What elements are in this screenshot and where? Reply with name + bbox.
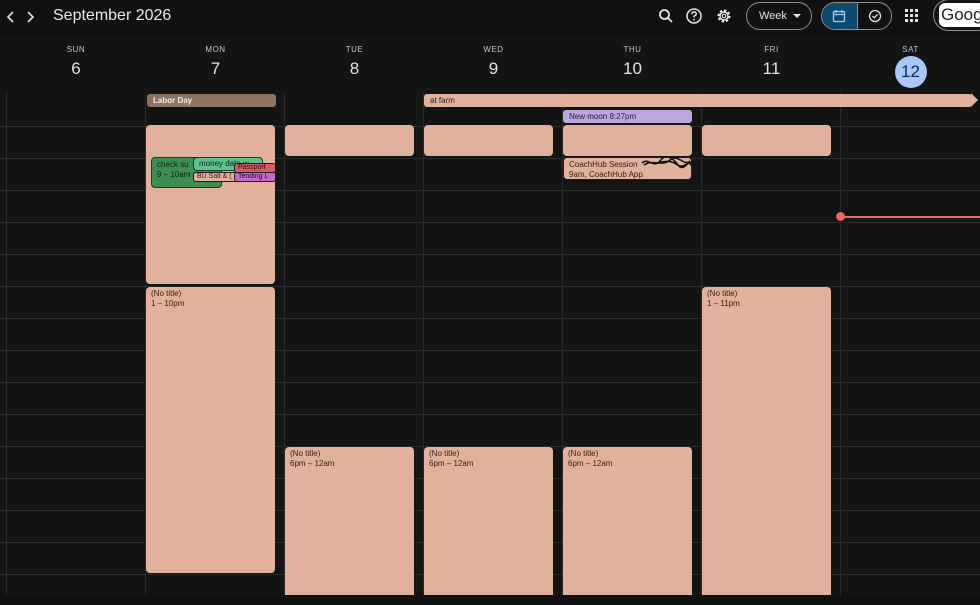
continues-arrow-icon <box>971 93 978 107</box>
grid-line <box>840 92 841 595</box>
event-time: 9am, CoachHub App <box>569 170 643 179</box>
fri-morning-event[interactable] <box>702 125 831 156</box>
settings-button[interactable] <box>715 7 733 25</box>
today-date-badge[interactable]: 12 <box>894 56 927 88</box>
tue-morning-event[interactable] <box>285 125 414 156</box>
event-time: 6pm – 12am <box>568 459 613 468</box>
day-header-tue[interactable]: TUE 8 <box>285 36 424 92</box>
day-name: FRI <box>764 45 779 54</box>
view-label: Week <box>759 10 787 22</box>
day-name: SUN <box>66 45 86 54</box>
day-header-fri[interactable]: FRI 11 <box>702 36 841 92</box>
caret-down-icon <box>793 14 801 18</box>
day-header-wed[interactable]: WED 9 <box>424 36 563 92</box>
search-button[interactable] <box>657 7 675 25</box>
help-icon <box>686 8 702 24</box>
apps-grid-icon[interactable] <box>905 9 919 23</box>
event-time: 1 – 11pm <box>707 299 740 308</box>
current-time-dot <box>836 212 845 221</box>
account-button[interactable]: Goog <box>933 0 980 31</box>
day-header-sat-today[interactable]: SAT 12 <box>841 36 980 92</box>
labor-day-event[interactable]: Labor Day <box>147 94 276 107</box>
current-time-line <box>840 216 980 218</box>
day-header-mon[interactable]: MON 7 <box>146 36 285 92</box>
event-title: (No title) <box>290 449 321 458</box>
chevron-right-icon <box>27 11 35 23</box>
event-time: 1 – 10pm <box>151 299 185 308</box>
event-title: (No title) <box>568 449 599 458</box>
month-title: September 2026 <box>53 7 172 24</box>
event-title: (No title) <box>429 449 460 458</box>
mon-no-title-event[interactable]: (No title) 1 – 10pm <box>146 287 275 573</box>
google-logo-text: Goog <box>939 3 980 27</box>
search-icon <box>659 9 673 23</box>
view-switcher[interactable]: Week <box>746 2 812 30</box>
day-header-sun[interactable]: SUN 6 <box>6 36 146 92</box>
tue-no-title-event[interactable]: (No title) 6pm – 12am <box>285 447 414 595</box>
calendar-icon <box>832 10 846 23</box>
event-time: 6pm – 12am <box>290 459 335 468</box>
day-number[interactable]: 6 <box>6 60 146 78</box>
at-farm-event[interactable]: at farm <box>424 94 972 107</box>
fri-no-title-event[interactable]: (No title) 1 – 11pm <box>702 287 831 595</box>
day-name: SAT <box>902 45 919 54</box>
calendar-tasks-toggle <box>821 2 892 30</box>
bottom-scroll-edge <box>0 595 980 605</box>
calendar-view-button[interactable] <box>822 3 857 29</box>
tasks-view-button[interactable] <box>857 3 891 29</box>
day-name: WED <box>483 45 504 54</box>
day-number[interactable]: 9 <box>424 60 563 78</box>
help-button[interactable] <box>685 7 703 25</box>
mon-morning-event[interactable] <box>146 125 275 284</box>
new-moon-event[interactable]: New moon 8:27pm <box>563 110 692 123</box>
day-number[interactable]: 8 <box>285 60 424 78</box>
day-name: TUE <box>345 45 364 54</box>
grid-line <box>6 92 7 595</box>
tending-event[interactable]: Tending L <box>234 172 276 182</box>
event-title: (No title) <box>707 289 738 298</box>
day-number[interactable]: 7 <box>146 60 285 78</box>
day-number[interactable]: 11 <box>702 60 841 78</box>
check-circle-icon <box>868 9 882 23</box>
next-week-button[interactable] <box>19 6 41 28</box>
event-title: (No title) <box>151 289 182 298</box>
day-name: THU <box>623 45 642 54</box>
day-number[interactable]: 10 <box>563 60 702 78</box>
thu-morning-event[interactable] <box>563 125 692 156</box>
event-time: 6pm – 12am <box>429 459 474 468</box>
redaction-scribble <box>641 155 693 169</box>
wed-no-title-event[interactable]: (No title) 6pm – 12am <box>424 447 553 595</box>
thu-no-title-event[interactable]: (No title) 6pm – 12am <box>563 447 692 595</box>
top-bar: September 2026 Week Goog <box>0 0 980 36</box>
wed-morning-event[interactable] <box>424 125 553 156</box>
day-name: MON <box>205 45 226 54</box>
day-header-thu[interactable]: THU 10 <box>563 36 702 92</box>
gear-icon <box>717 9 731 23</box>
